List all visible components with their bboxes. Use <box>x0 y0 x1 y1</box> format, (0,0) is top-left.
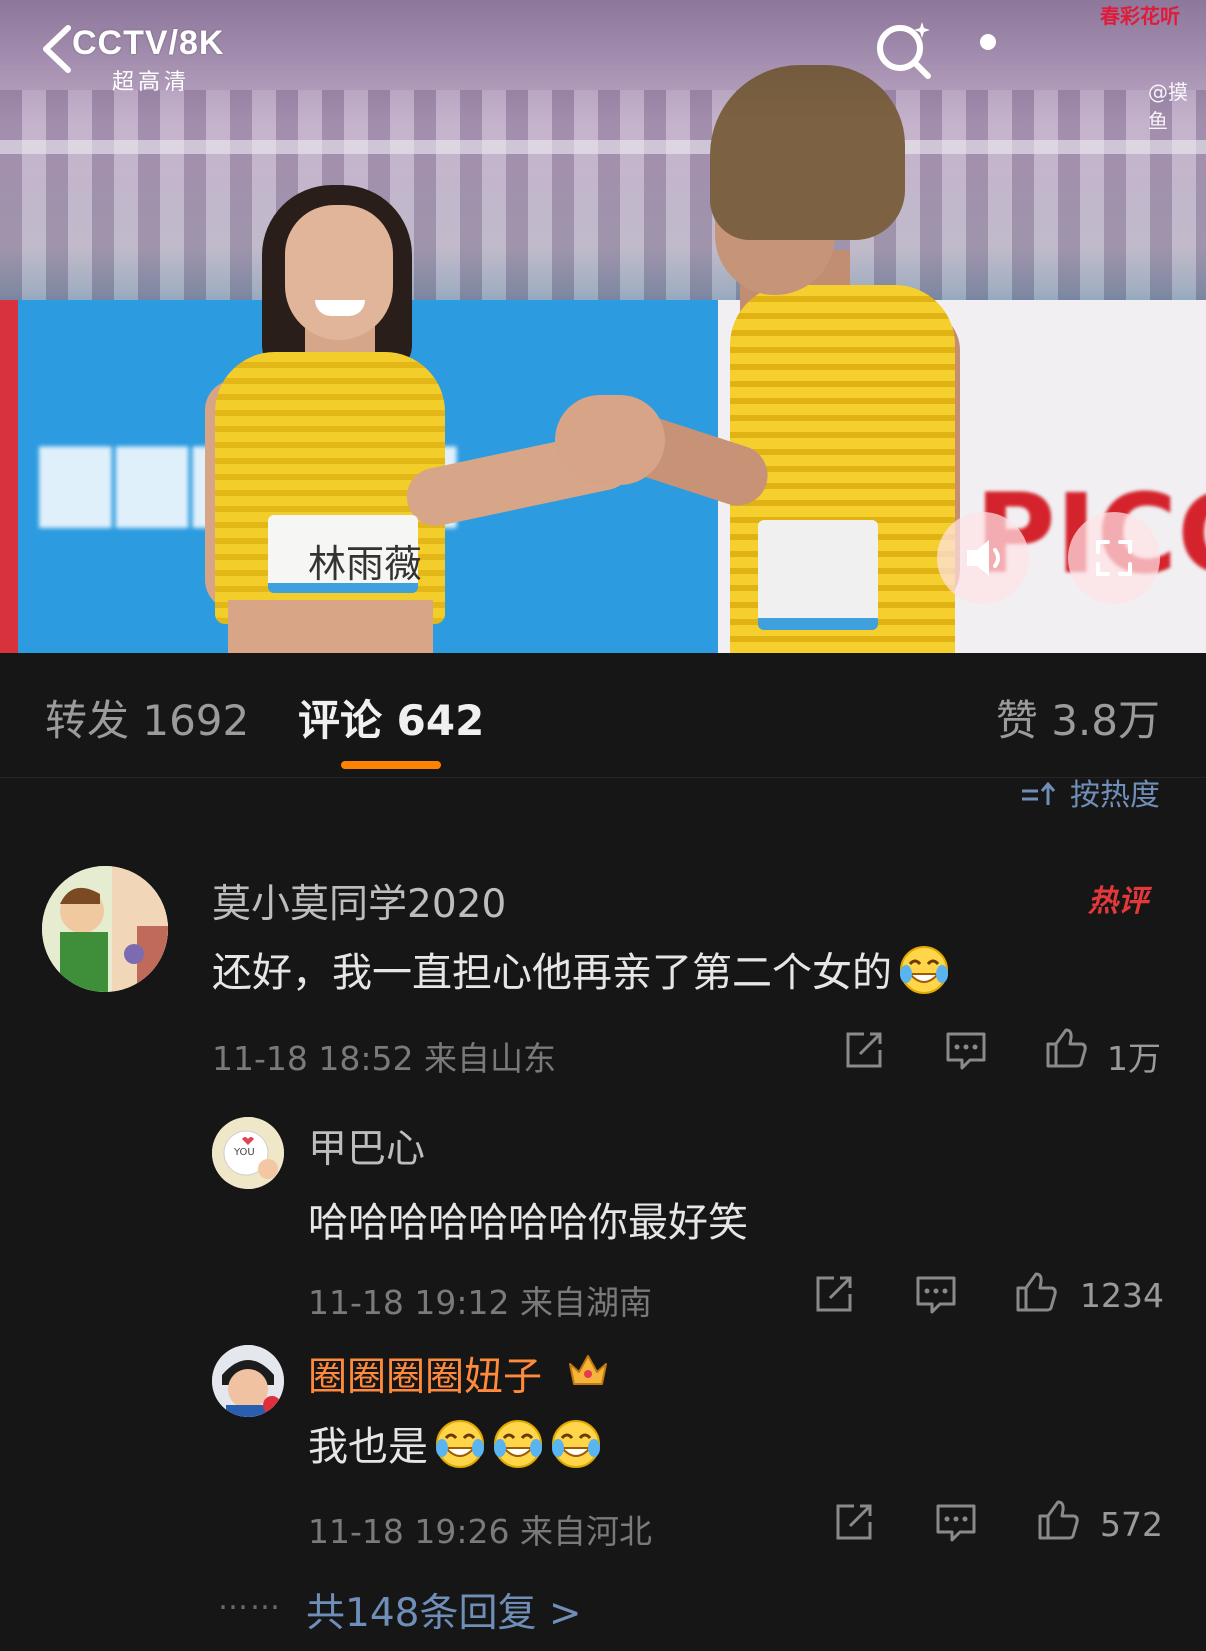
reply-text-content: 我也是 <box>308 1424 428 1470</box>
comment-meta: 11-18 18:52 来自山东 <box>212 1039 556 1078</box>
like-icon[interactable] <box>1014 1270 1058 1314</box>
share-icon[interactable] <box>842 1028 886 1072</box>
ad-red-stripe <box>0 300 18 653</box>
avatar[interactable] <box>42 866 168 992</box>
crown-icon <box>569 1355 607 1385</box>
athlete-left-face <box>285 205 393 340</box>
hot-comment-badge: 热评 <box>1088 884 1148 919</box>
laugh-cry-emoji <box>436 1420 484 1468</box>
share-icon[interactable] <box>832 1500 876 1544</box>
active-tab-indicator <box>341 761 441 769</box>
laugh-cry-emoji <box>552 1420 600 1468</box>
i-love-you-avatar-image: YOU <box>212 1117 284 1189</box>
tab-likes[interactable]: 赞 3.8万 <box>996 687 1160 748</box>
sort-icon <box>1022 781 1056 805</box>
stadium-railing <box>0 140 1206 154</box>
volume-button[interactable] <box>937 512 1029 604</box>
reply-meta: 11-18 19:26 来自河北 <box>308 1512 652 1551</box>
comment-author[interactable]: 莫小莫同学2020 <box>212 873 506 929</box>
child-avatar-image <box>212 1345 284 1417</box>
athlete-left-midriff <box>228 600 433 653</box>
cartoon-avatar-image <box>42 866 168 992</box>
like-icon[interactable] <box>1036 1498 1080 1542</box>
avatar[interactable] <box>212 1345 284 1417</box>
more-dots: …… <box>218 1582 282 1617</box>
comment-icon[interactable] <box>944 1028 988 1072</box>
reply-author[interactable]: 甲巴心 <box>308 1118 425 1174</box>
reply-meta: 11-18 19:12 来自湖南 <box>308 1283 652 1322</box>
view-more-replies-link[interactable]: 共148条回复 > <box>306 1582 582 1638</box>
search-icon[interactable] <box>872 18 936 82</box>
sort-toggle[interactable]: 按热度 <box>1020 770 1160 814</box>
more-icon[interactable] <box>980 34 996 50</box>
channel-logo-sub: 超高清 <box>112 70 191 95</box>
bib-name: 林雨薇 <box>308 542 423 586</box>
reply-text: 哈哈哈哈哈哈哈你最好笑 <box>308 1200 748 1246</box>
tab-repost[interactable]: 转发 1692 <box>45 687 249 748</box>
laugh-cry-emoji <box>494 1420 542 1468</box>
comment-icon[interactable] <box>934 1500 978 1544</box>
comment-text-content: 还好，我一直担心他再亲了第二个女的 <box>212 950 892 996</box>
handshake <box>555 395 665 485</box>
like-icon[interactable] <box>1044 1026 1088 1070</box>
avatar[interactable]: YOU <box>212 1117 284 1189</box>
sort-label: 按热度 <box>1070 778 1160 813</box>
like-count: 572 <box>1100 1505 1163 1544</box>
like-count: 1万 <box>1107 1039 1161 1078</box>
tab-bar: 转发 1692 评论 642 赞 3.8万 <box>0 653 1206 778</box>
like-count: 1234 <box>1080 1276 1164 1315</box>
comment-text: 还好，我一直担心他再亲了第二个女的 <box>212 940 950 998</box>
fullscreen-button[interactable] <box>1068 512 1160 604</box>
reply-text: 我也是 <box>308 1414 602 1472</box>
reply-author[interactable]: 圈圈圈圈妞子 <box>308 1346 542 1402</box>
comment-icon[interactable] <box>914 1272 958 1316</box>
svg-text:YOU: YOU <box>233 1147 255 1158</box>
watermark-top: 春彩花听 <box>1100 4 1180 28</box>
laugh-cry-emoji <box>900 946 948 994</box>
watermark-handle: @摸鱼 <box>1148 80 1188 133</box>
share-icon[interactable] <box>812 1272 856 1316</box>
tab-comments[interactable]: 评论 642 <box>298 687 484 748</box>
video-player[interactable]: ▆▆▆ ▆▆ PICC 林雨薇 CCTV/8K 超高清 春彩花听 @摸鱼 <box>0 0 1206 653</box>
stadium-stands <box>0 90 1206 300</box>
volume-icon <box>967 540 1000 576</box>
athlete-right-bib <box>758 520 878 630</box>
channel-logo: CCTV/8K <box>72 24 225 62</box>
fullscreen-icon <box>1096 540 1132 576</box>
